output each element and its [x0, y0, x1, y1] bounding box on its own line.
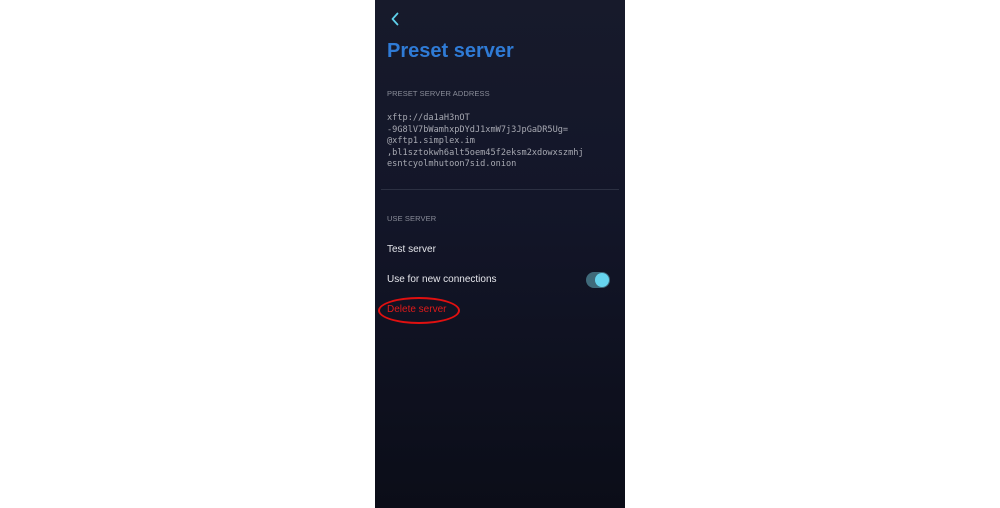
use-for-new-connections-toggle[interactable] — [586, 272, 610, 288]
section-divider — [381, 189, 619, 190]
address-line: -9G8lV7bWamhxpDYdJ1xmW7j3JpGaDR5Ug= — [387, 124, 569, 135]
server-address: xftp://da1aH3nOT -9G8lV7bWamhxpDYdJ1xmW7… — [387, 113, 617, 171]
back-button[interactable] — [385, 9, 405, 29]
address-line: esntcyolmhutoon7sid.onion — [387, 159, 517, 169]
page-title: Preset server — [387, 40, 514, 62]
chevron-left-icon — [391, 12, 399, 26]
use-for-new-connections-label: Use for new connections — [387, 274, 497, 285]
address-line: @xftp1.simplex.im — [387, 136, 475, 146]
toggle-knob — [595, 273, 609, 287]
address-line: xftp://da1aH3nOT — [387, 113, 470, 123]
test-server-button[interactable]: Test server — [387, 244, 436, 255]
delete-server-button[interactable]: Delete server — [387, 304, 446, 315]
address-line: ,bl1sztokwh6alt5oem45f2eksm2xdowxszmhj — [387, 147, 584, 158]
phone-screen: Preset server PRESET SERVER ADDRESS xftp… — [375, 0, 625, 508]
section-label-use-server: USE SERVER — [387, 214, 437, 223]
section-label-preset-address: PRESET SERVER ADDRESS — [387, 89, 490, 98]
